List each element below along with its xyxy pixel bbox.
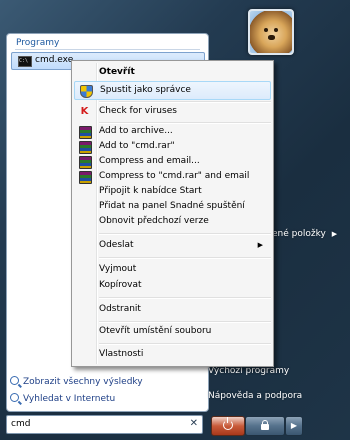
menu-separator <box>99 257 271 259</box>
menu-item-label: Kopírovat <box>99 280 142 290</box>
menu-item-label: Otevřít <box>99 67 135 77</box>
link-label: Zobrazit všechny výsledky <box>23 377 143 387</box>
user-avatar[interactable] <box>248 9 294 55</box>
shutdown-options-button[interactable]: ▶ <box>285 416 303 436</box>
menu-item-label: Vlastnosti <box>99 349 144 359</box>
right-item-default-programs[interactable]: Výchozí programy <box>208 366 289 376</box>
clear-search-icon[interactable]: ✕ <box>190 418 198 429</box>
avatar-eye <box>264 28 268 32</box>
menu-separator <box>99 233 271 235</box>
kaspersky-icon: K <box>80 106 89 117</box>
menu-item-label: Obnovit předchozí verze <box>99 216 209 226</box>
menu-item-restore-previous[interactable]: Obnovit předchozí verze <box>74 213 269 230</box>
menu-item-label: Compress and email... <box>99 156 200 166</box>
link-label: Vyhledat v Internetu <box>23 394 116 404</box>
menu-item-open[interactable]: Otevřít <box>74 64 269 81</box>
power-button[interactable] <box>211 416 245 436</box>
menu-item-label: Compress to "cmd.rar" and email <box>99 171 250 181</box>
search-input-value: cmd <box>11 419 31 429</box>
avatar-eye <box>274 28 278 32</box>
programs-header: Programy <box>16 38 60 48</box>
menu-separator <box>99 343 271 345</box>
avatar-nose <box>268 35 275 40</box>
menu-item-open-file-location[interactable]: Otevřít umístění souboru <box>74 323 269 340</box>
menu-item-cut[interactable]: Vyjmout <box>74 261 269 278</box>
cmd-icon: C:\ <box>18 56 32 67</box>
power-icon <box>223 417 233 430</box>
menu-item-label: Add to archive... <box>99 126 173 136</box>
search-internet-link[interactable]: Vyhledat v Internetu <box>10 393 115 404</box>
menu-item-label: Odstranit <box>99 304 141 314</box>
menu-item-label: Odeslat <box>99 240 134 250</box>
show-all-results-link[interactable]: Zobrazit všechny výsledky <box>10 376 143 387</box>
menu-item-label: Otevřít umístění souboru <box>99 326 212 336</box>
uac-shield-icon <box>80 85 93 98</box>
menu-item-copy[interactable]: Kopírovat <box>74 277 269 294</box>
chevron-right-icon: ▶ <box>331 230 338 238</box>
menu-item-delete[interactable]: Odstranit <box>74 301 269 318</box>
menu-item-label: Připojit k nabídce Start <box>99 186 202 196</box>
lock-icon-body <box>261 424 269 430</box>
right-item-label: ené položky <box>272 229 326 239</box>
menu-item-run-as-admin[interactable]: Spustit jako správce <box>74 81 271 100</box>
menu-item-send-to[interactable]: Odeslat ▶ <box>74 237 269 254</box>
chevron-right-icon: ▶ <box>290 421 298 430</box>
divider <box>15 49 200 50</box>
search-icon <box>10 393 19 402</box>
menu-item-check-viruses[interactable]: K Check for viruses <box>74 103 269 120</box>
menu-item-properties[interactable]: Vlastnosti <box>74 346 269 363</box>
lock-button[interactable] <box>245 416 285 436</box>
menu-item-label: Spustit jako správce <box>100 85 191 95</box>
menu-item-label: Add to "cmd.rar" <box>99 141 175 151</box>
menu-separator <box>99 297 271 299</box>
search-input[interactable]: cmd ✕ <box>6 415 203 434</box>
right-item-help[interactable]: Nápověda a podpora <box>208 391 302 401</box>
menu-item-label: Vyjmout <box>99 264 137 274</box>
right-item-recent[interactable]: ené položky ▶ <box>272 229 337 239</box>
menu-item-label: Přidat na panel Snadné spuštění <box>99 201 245 211</box>
program-item-label: cmd.exe <box>35 55 74 65</box>
context-menu: Otevřít Spustit jako správce K Check for… <box>71 60 274 367</box>
search-icon <box>10 376 19 385</box>
menu-item-label: Check for viruses <box>99 106 177 116</box>
chevron-right-icon: ▶ <box>257 241 263 249</box>
